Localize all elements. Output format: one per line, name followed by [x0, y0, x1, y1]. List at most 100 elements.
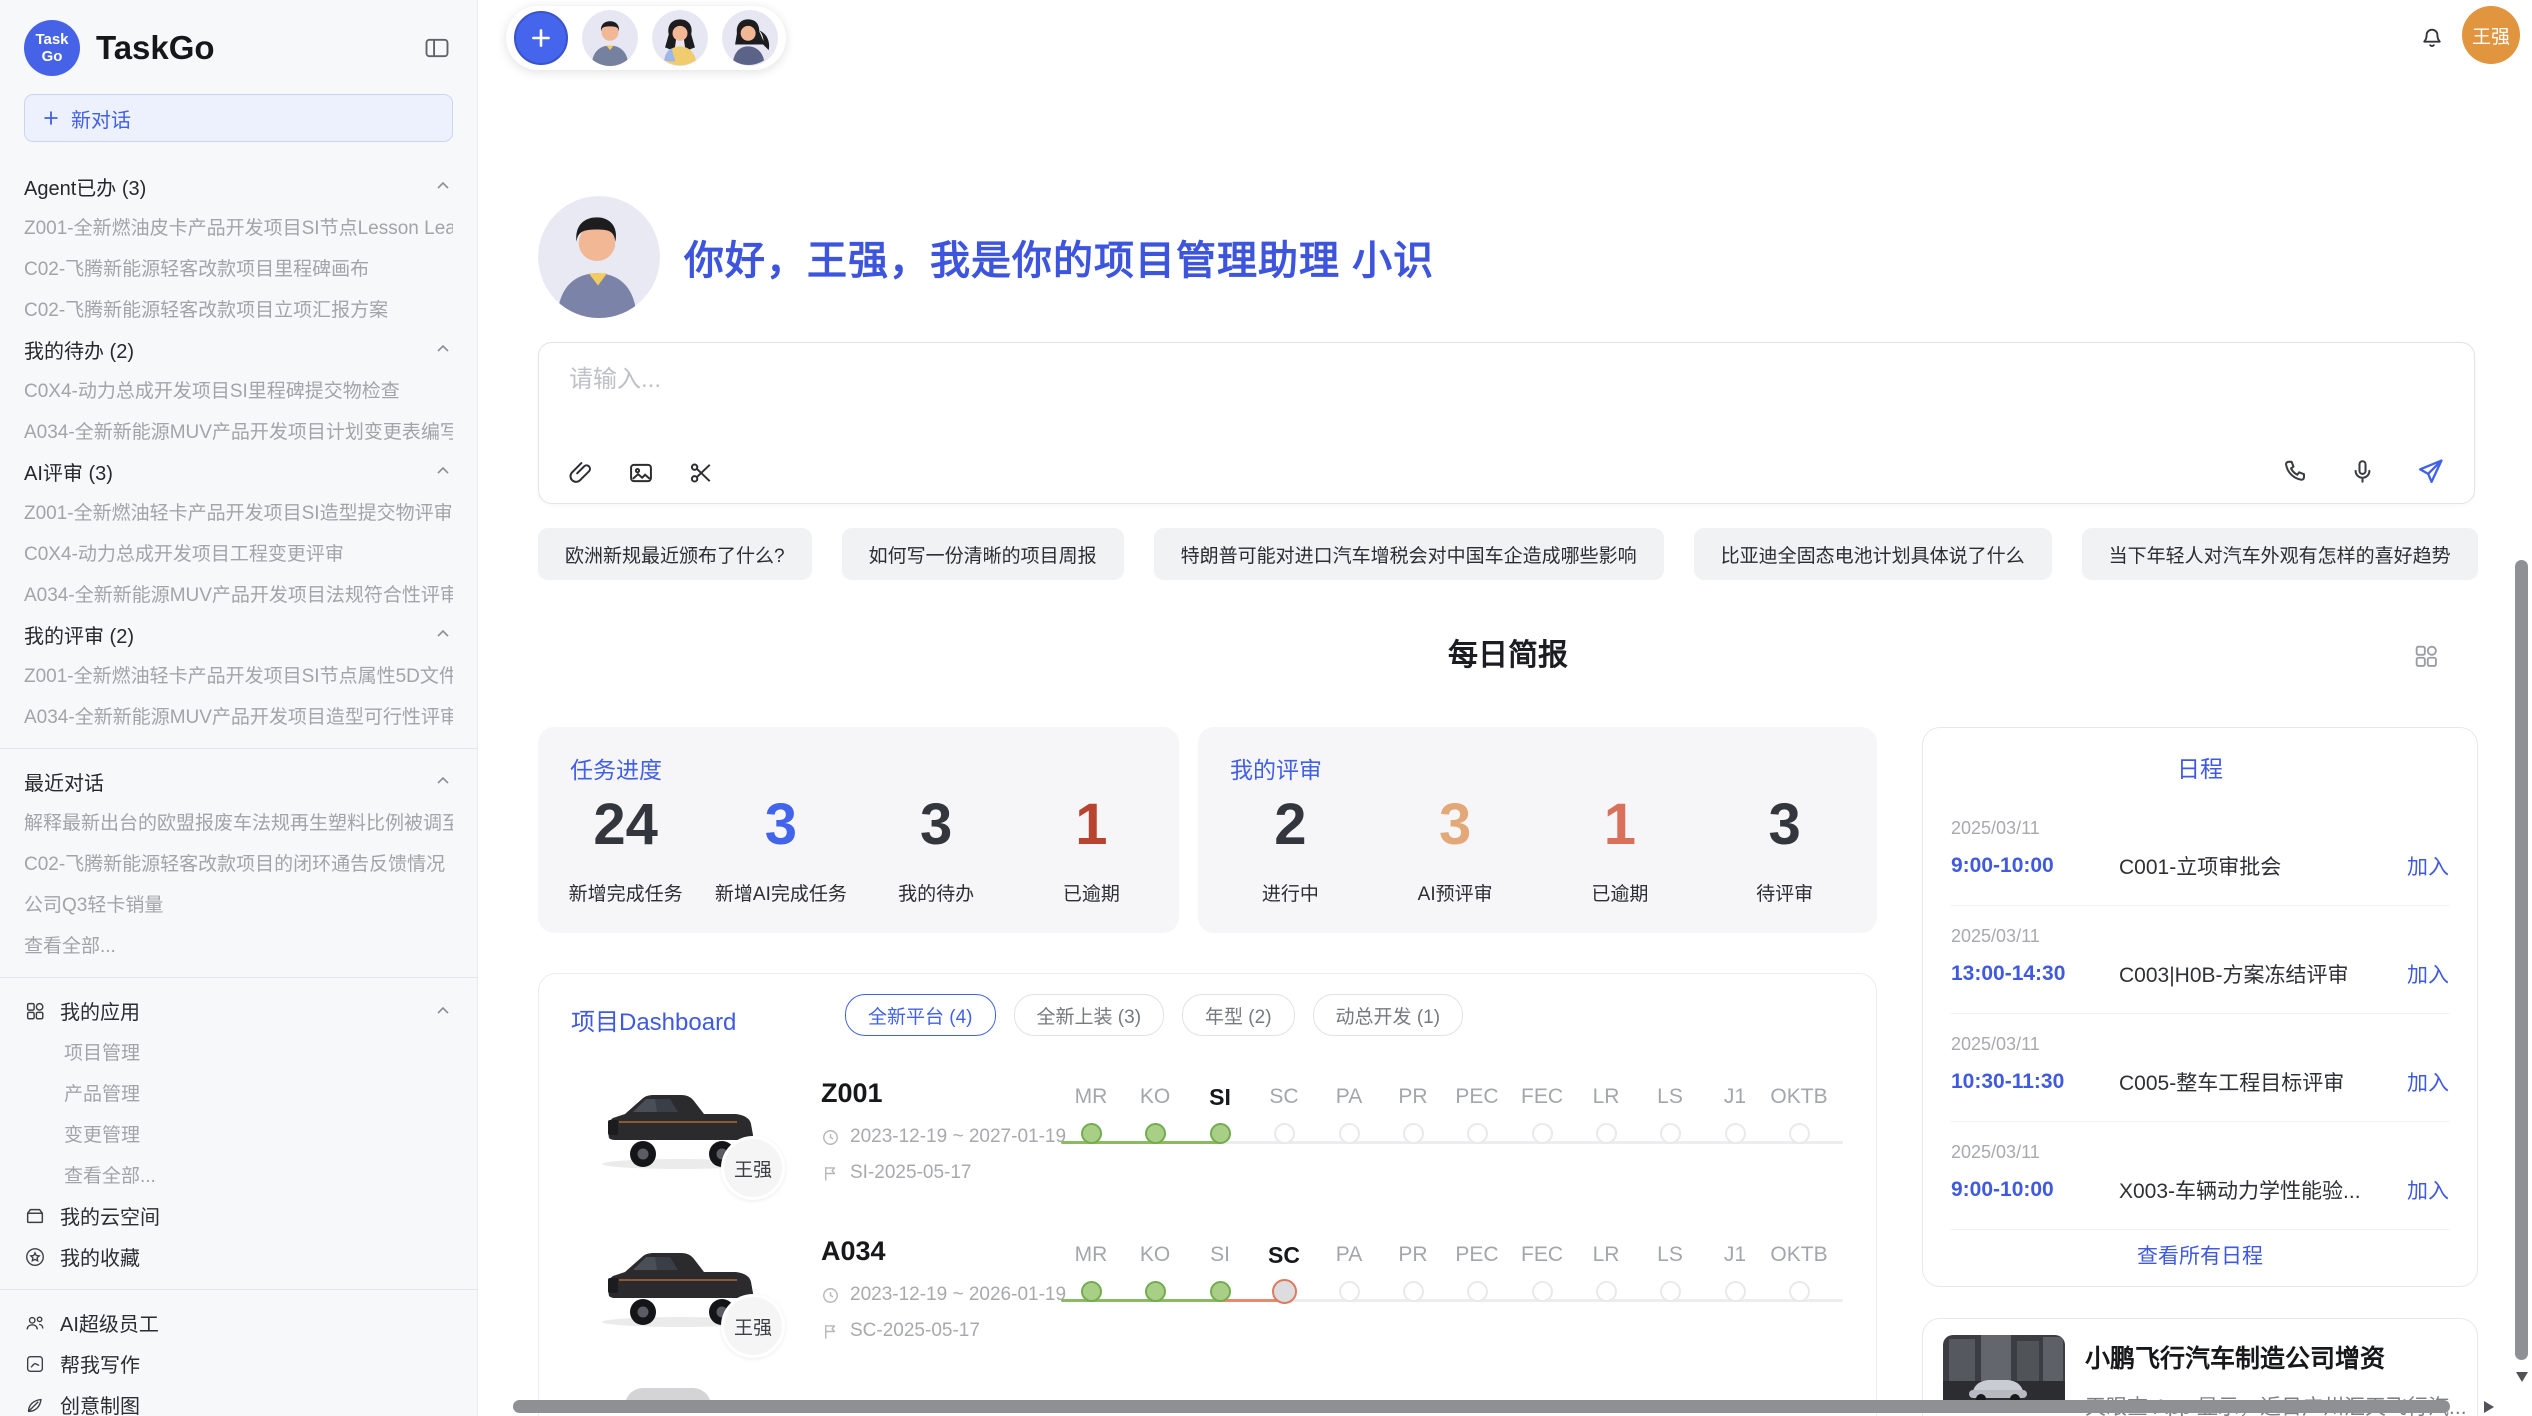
scissors-icon[interactable] — [687, 459, 715, 487]
microphone-icon[interactable] — [2348, 457, 2377, 486]
join-meeting-link[interactable]: 加入 — [2407, 851, 2449, 881]
section-my-review[interactable]: 我的评审 (2) — [24, 614, 453, 654]
sidebar-item[interactable]: Z001-全新燃油轻卡产品开发项目SI节点属性5D文件评审 — [24, 654, 453, 695]
view-all-schedule-link[interactable]: 查看所有日程 — [1923, 1240, 2477, 1270]
suggestion-chip[interactable]: 比亚迪全固态电池计划具体说了什么 — [1694, 528, 2052, 580]
sidebar-item[interactable]: C02-飞腾新能源轻客改款项目立项汇报方案 — [24, 288, 453, 329]
task-progress-card: 任务进度 24 新增完成任务 3 新增AI完成任务 3 我的待办 1 已逾期 — [538, 727, 1179, 933]
section-title: 我的待办 (2) — [24, 335, 134, 364]
logo-row: Task Go TaskGo — [24, 16, 453, 80]
sidebar-item[interactable]: A034-全新新能源MUV产品开发项目造型可行性评审 — [24, 695, 453, 736]
app-item-change-mgmt[interactable]: 变更管理 — [24, 1113, 453, 1154]
suggestion-chip[interactable]: 当下年轻人对汽车外观有怎样的喜好趋势 — [2082, 528, 2478, 580]
milestone-node: KO — [1123, 1082, 1187, 1144]
sidebar-item-creative-draw[interactable]: 创意制图 — [24, 1384, 453, 1416]
sidebar-item[interactable]: C0X4-动力总成开发项目SI里程碑提交物检查 — [24, 369, 453, 410]
suggestion-chip[interactable]: 特朗普可能对进口汽车增税会对中国车企造成哪些影响 — [1154, 528, 1664, 580]
sidebar-collapse-icon[interactable] — [421, 32, 453, 64]
agent-avatar-3[interactable] — [722, 10, 778, 66]
app-item-product-mgmt[interactable]: 产品管理 — [24, 1072, 453, 1113]
sidebar-item[interactable]: A034-全新新能源MUV产品开发项目法规符合性评审 — [24, 573, 453, 614]
milestone-dot — [1339, 1281, 1360, 1302]
join-meeting-link[interactable]: 加入 — [2407, 1175, 2449, 1205]
my-reviews-card: 我的评审 2 进行中 3 AI预评审 1 已逾期 3 待评审 — [1198, 727, 1877, 933]
sidebar-item-my-apps[interactable]: 我的应用 — [24, 990, 453, 1031]
chevron-up-icon[interactable] — [433, 461, 453, 481]
schedule-name: C003|H0B-方案冻结评审 — [2119, 959, 2407, 989]
milestone-label: PA — [1317, 1240, 1381, 1270]
briefing-layout-icon[interactable] — [2412, 642, 2440, 670]
milestone-node: LS — [1638, 1082, 1702, 1144]
dashboard-tabs: 全新平台 (4) 全新上装 (3) 年型 (2) 动总开发 (1) — [845, 994, 1463, 1036]
sidebar-item[interactable]: C0X4-动力总成开发项目工程变更评审 — [24, 532, 453, 573]
stat-label: 新增AI完成任务 — [703, 879, 858, 906]
chevron-up-icon[interactable] — [433, 1001, 453, 1021]
section-ai-review[interactable]: AI评审 (3) — [24, 451, 453, 491]
sidebar-item-ai-employee[interactable]: AI超级员工 — [24, 1302, 453, 1343]
chevron-up-icon[interactable] — [433, 176, 453, 196]
sidebar-item[interactable]: C02-飞腾新能源轻客改款项目里程碑画布 — [24, 247, 453, 288]
sidebar-item-help-write[interactable]: 帮我写作 — [24, 1343, 453, 1384]
tab-new-upfit[interactable]: 全新上装 (3) — [1014, 994, 1165, 1036]
message-input[interactable] — [567, 365, 1971, 395]
chevron-up-icon[interactable] — [433, 339, 453, 359]
milestone-dot — [1403, 1281, 1424, 1302]
add-conversation-button[interactable] — [514, 11, 568, 65]
sidebar-item-cloud-space[interactable]: 我的云空间 — [24, 1195, 453, 1236]
app-item-project-mgmt[interactable]: 项目管理 — [24, 1031, 453, 1072]
agent-avatar-2[interactable] — [652, 10, 708, 66]
date-range: 2023-12-19 ~ 2027-01-19 — [850, 1126, 1066, 1148]
sidebar-item[interactable]: Z001-全新燃油皮卡产品开发项目SI节点Lesson Learn报告 — [24, 206, 453, 247]
milestone-label: OKTB — [1767, 1240, 1831, 1270]
new-chat-button[interactable]: 新对话 — [24, 94, 453, 142]
suggestion-chip[interactable]: 欧洲新规最近颁布了什么? — [538, 528, 812, 580]
schedule-name: C001-立项审批会 — [2119, 851, 2407, 881]
tab-model-year[interactable]: 年型 (2) — [1182, 994, 1295, 1036]
scroll-right-arrow[interactable] — [2484, 1401, 2494, 1413]
horizontal-scrollbar-thumb[interactable] — [513, 1400, 2450, 1413]
image-icon[interactable] — [627, 459, 655, 487]
stat-label: 已逾期 — [1014, 879, 1169, 906]
stat-value: 24 — [548, 789, 703, 861]
notifications-bell-icon[interactable] — [2412, 16, 2452, 56]
agent-avatar-1[interactable] — [582, 10, 638, 66]
recent-chat-item[interactable]: C02-飞腾新能源轻客改款项目的闭环通告反馈情况 — [24, 842, 453, 883]
milestone-label: KO — [1123, 1240, 1187, 1270]
phone-call-icon[interactable] — [2281, 457, 2310, 486]
milestone-node: J1 — [1703, 1240, 1767, 1302]
section-recent-chats[interactable]: 最近对话 — [24, 761, 453, 801]
sidebar-item-favorites[interactable]: 我的收藏 — [24, 1236, 453, 1277]
section-title: AI评审 (3) — [24, 457, 113, 486]
suggestion-chips: 欧洲新规最近颁布了什么? 如何写一份清晰的项目周报 特朗普可能对进口汽车增税会对… — [538, 528, 2478, 580]
app-logo: Task Go — [24, 20, 80, 76]
news-title: 小鹏飞行汽车制造公司增资 — [2085, 1339, 2465, 1375]
sidebar-item[interactable]: A034-全新新能源MUV产品开发项目计划变更表编写 — [24, 410, 453, 451]
attachment-icon[interactable] — [567, 459, 595, 487]
recent-chat-item[interactable]: 解释最新出台的欧盟报废车法规再生塑料比例被调至15%... — [24, 801, 453, 842]
card-title: 任务进度 — [570, 751, 662, 785]
section-my-todo[interactable]: 我的待办 (2) — [24, 329, 453, 369]
schedule-time: 9:00-10:00 — [1951, 854, 2119, 878]
cloud-space-icon — [24, 1205, 46, 1227]
suggestion-chip[interactable]: 如何写一份清晰的项目周报 — [842, 528, 1124, 580]
milestone-label: PEC — [1445, 1082, 1509, 1112]
chevron-up-icon[interactable] — [433, 771, 453, 791]
schedule-date: 2025/03/11 — [1951, 818, 2449, 839]
project-row-a034[interactable]: 王强 A034 2023-12-19 ~ 2026-01-19 SC-2025-… — [539, 1232, 1876, 1390]
recent-chat-item[interactable]: 公司Q3轻卡销量 — [24, 883, 453, 924]
tab-powertrain-dev[interactable]: 动总开发 (1) — [1313, 994, 1464, 1036]
scroll-down-arrow[interactable] — [2516, 1372, 2528, 1382]
chevron-up-icon[interactable] — [433, 624, 453, 644]
recent-view-all[interactable]: 查看全部... — [24, 924, 453, 965]
sidebar-item[interactable]: Z001-全新燃油轻卡产品开发项目SI造型提交物评审 — [24, 491, 453, 532]
join-meeting-link[interactable]: 加入 — [2407, 959, 2449, 989]
apps-view-all[interactable]: 查看全部... — [24, 1154, 453, 1195]
send-icon[interactable] — [2415, 456, 2446, 487]
milestone-label: LS — [1638, 1240, 1702, 1270]
user-avatar[interactable]: 王强 — [2462, 6, 2520, 64]
vertical-scrollbar-thumb[interactable] — [2515, 560, 2528, 1360]
tab-new-platform[interactable]: 全新平台 (4) — [845, 994, 996, 1036]
join-meeting-link[interactable]: 加入 — [2407, 1067, 2449, 1097]
project-row-z001[interactable]: 王强 Z001 2023-12-19 ~ 2027-01-19 SI-2025-… — [539, 1074, 1876, 1232]
section-agent-done[interactable]: Agent已办 (3) — [24, 166, 453, 206]
